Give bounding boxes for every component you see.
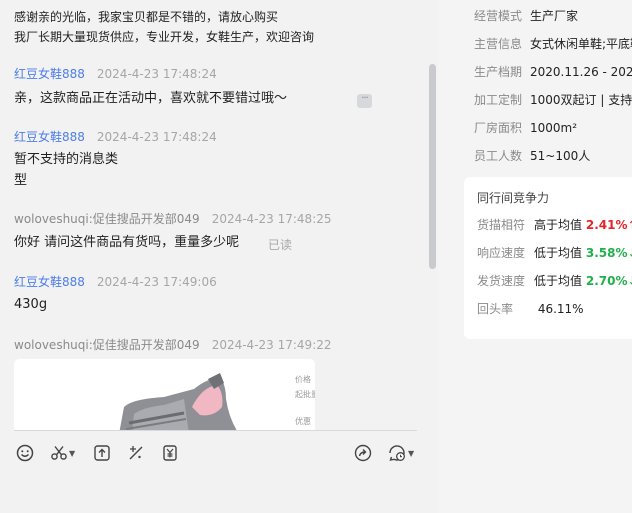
card-title: 同行间竞争力 — [477, 191, 550, 205]
message-text: 亲，这款商品正在活动中，喜欢就不要错过哦～ — [14, 91, 288, 106]
info-value: 生产厂家 — [530, 9, 579, 23]
info-label: 经营模式 — [474, 9, 523, 23]
arrow-up-icon: ↑ — [627, 218, 632, 232]
supplier-info-pane: 经营模式 生产厂家 主营信息 女式休闲单鞋;平底鞋 生产档期 2020.11.26 -… — [438, 0, 632, 513]
comp-percent: 2.41% — [585, 218, 628, 232]
comp-row-shipping-speed: 发货速度低于均值 2.70%↓ — [477, 272, 632, 289]
sender-name[interactable]: woloveshuqi:促佳搜品开发部049 — [14, 212, 200, 226]
price-icon[interactable] — [160, 443, 180, 463]
info-row-customization: 加工定制 1000双起订 | 支持定 — [474, 91, 632, 108]
comp-row-response-speed: 响应速度低于均值 3.58%↓ — [477, 244, 632, 261]
message-header: woloveshuqi:促佳搜品开发部049 2024-4-23 17:49:22 — [14, 336, 332, 353]
info-row-business-model: 经营模式 生产厂家 — [474, 7, 578, 24]
message-timestamp: 2024-4-23 17:48:25 — [211, 212, 332, 226]
comp-compare: 低于均值 — [534, 246, 583, 260]
info-row-main-products: 主营信息 女式休闲单鞋;平底鞋 — [474, 35, 632, 52]
quick-reply-icon[interactable] — [387, 443, 407, 463]
message-header: 红豆女鞋888 2024-4-23 17:48:24 — [14, 128, 217, 145]
emoji-icon[interactable] — [15, 443, 35, 463]
message-text: 你好 请问这件商品有货吗，重量多少呢 — [14, 235, 240, 250]
arrow-down-icon: ↓ — [627, 246, 632, 260]
arrow-down-icon: ↓ — [627, 274, 632, 288]
product-card[interactable]: 价格 起批量 优惠 — [14, 359, 315, 430]
message-timestamp: 2024-4-23 17:48:24 — [96, 130, 217, 144]
message-text: 型 — [14, 173, 28, 188]
info-value: 51~100人 — [530, 149, 591, 163]
intro-text-line-2: 我厂长期大量现货供应，专业开发，女鞋生产，欢迎咨询 — [14, 30, 315, 44]
message-timestamp: 2024-4-23 17:48:24 — [96, 67, 217, 81]
comp-label: 货描相符 — [477, 218, 526, 232]
share-icon[interactable] — [353, 443, 373, 463]
message-header: 红豆女鞋888 2024-4-23 17:48:24 — [14, 65, 217, 82]
sender-name[interactable]: 红豆女鞋888 — [14, 130, 85, 144]
info-label: 加工定制 — [474, 93, 523, 107]
message-header: 红豆女鞋888 2024-4-23 17:49:06 — [14, 273, 217, 290]
info-value: 1000m² — [530, 121, 578, 135]
comp-label: 回头率 — [477, 302, 514, 316]
comp-row-description-match: 货描相符高于均值 2.41%↑ — [477, 216, 632, 233]
comp-label: 发货速度 — [477, 274, 526, 288]
intro-text-line-1: 感谢亲的光临，我家宝贝都是不错的，请放心购买 — [14, 10, 279, 24]
competitiveness-card: 同行间竞争力 货描相符高于均值 2.41%↑ 响应速度低于均值 3.58%↓ 发… — [464, 177, 632, 339]
upload-icon[interactable] — [92, 443, 112, 463]
info-row-production-schedule: 生产档期 2020.11.26 - 2021 — [474, 63, 632, 80]
info-value: 1000双起订 | 支持定 — [530, 93, 632, 107]
chevron-down-icon[interactable]: ▼ — [69, 449, 75, 458]
message-timestamp: 2024-4-23 17:49:22 — [211, 338, 332, 352]
comp-row-repeat-rate: 回头率 46.11% — [477, 300, 584, 317]
more-options-button[interactable]: ··· — [357, 94, 372, 108]
discount-icon[interactable] — [126, 443, 146, 463]
comp-percent: 3.58% — [585, 246, 628, 260]
read-status: 已读 — [268, 238, 293, 252]
info-row-employees: 员工人数 51~100人 — [474, 147, 590, 164]
info-row-factory-area: 厂房面积 1000m² — [474, 119, 577, 136]
info-label: 员工人数 — [474, 149, 523, 163]
sender-name[interactable]: 红豆女鞋888 — [14, 275, 85, 289]
info-label: 主营信息 — [474, 37, 523, 51]
info-label: 厂房面积 — [474, 121, 523, 135]
info-value: 2020.11.26 - 2021 — [530, 65, 632, 79]
message-text: 暂不支持的消息类 — [14, 152, 119, 167]
message-text: 430g — [14, 297, 48, 312]
comp-label: 响应速度 — [477, 246, 526, 260]
comp-percent: 2.70% — [585, 274, 628, 288]
scrollbar[interactable] — [429, 64, 436, 269]
chevron-down-icon[interactable]: ▼ — [408, 449, 414, 458]
message-header: woloveshuqi:促佳搜品开发部049 2024-4-23 17:48:25 — [14, 210, 332, 227]
card-side-label: 价格 — [295, 375, 311, 384]
comp-percent: 46.11% — [537, 302, 584, 316]
chat-pane: 感谢亲的光临，我家宝贝都是不错的，请放心购买 我厂长期大量现货供应，专业开发，女… — [0, 0, 438, 513]
comp-compare: 低于均值 — [534, 274, 583, 288]
input-divider — [14, 430, 417, 431]
card-side-label: 优惠 — [295, 417, 311, 426]
message-list[interactable]: 感谢亲的光临，我家宝贝都是不错的，请放心购买 我厂长期大量现货供应，专业开发，女… — [0, 0, 438, 430]
info-value: 女式休闲单鞋;平底鞋 — [530, 37, 632, 51]
comp-compare: 高于均值 — [534, 218, 583, 232]
sender-name[interactable]: 红豆女鞋888 — [14, 67, 85, 81]
info-label: 生产档期 — [474, 65, 523, 79]
product-image[interactable] — [14, 359, 315, 430]
message-timestamp: 2024-4-23 17:49:06 — [96, 275, 217, 289]
scissors-icon[interactable] — [49, 443, 69, 463]
card-side-label: 起批量 — [295, 390, 315, 399]
sender-name[interactable]: woloveshuqi:促佳搜品开发部049 — [14, 338, 200, 352]
